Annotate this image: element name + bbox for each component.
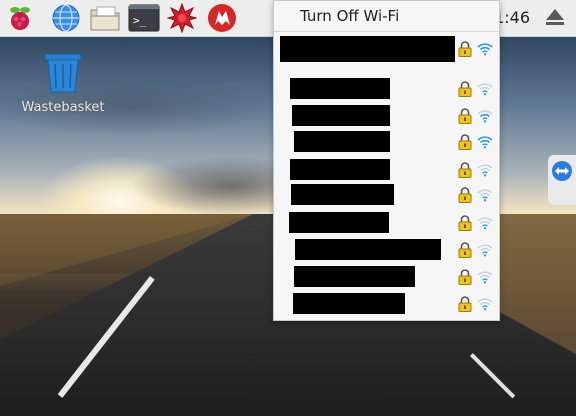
svg-text:>_: >_ [133,14,147,27]
eject-button[interactable] [542,6,570,30]
side-panel-tab[interactable] [548,155,576,205]
wifi-network-item[interactable] [274,212,499,233]
wifi-network-item[interactable] [274,159,499,180]
lock-icon [458,269,472,285]
wifi-network-item[interactable] [274,78,499,99]
lock-icon [458,41,472,57]
wolfram-icon [167,3,197,33]
lock-icon [458,134,472,150]
wolfram-launcher[interactable] [166,2,198,34]
terminal-icon: >_ [128,4,160,32]
wastebasket-desktop-icon[interactable]: Wastebasket [18,50,108,115]
turn-off-wifi-item[interactable]: Turn Off Wi-Fi [300,7,399,25]
wifi-signal-icon [477,110,493,123]
wastebasket-label: Wastebasket [21,100,105,115]
wifi-signal-icon [477,136,493,149]
wifi-dropdown-menu: Turn Off Wi-Fi [273,0,500,321]
lock-icon [458,187,472,203]
mathematica-icon [208,4,236,32]
wifi-network-item[interactable] [274,239,499,260]
mathematica-launcher[interactable] [206,2,238,34]
wifi-network-item[interactable] [274,293,499,314]
wifi-signal-icon [477,244,493,257]
raspberry-menu-icon [10,7,30,30]
wastebasket-icon [44,53,82,93]
wifi-signal-icon [477,298,493,311]
redacted-ssid [294,131,390,152]
redacted-ssid [280,36,455,62]
redacted-ssid [294,266,415,287]
wifi-network-item[interactable] [274,36,499,62]
file-manager-icon [90,6,120,31]
web-browser-launcher[interactable] [50,2,82,34]
wifi-signal-icon [477,164,493,177]
wifi-network-item[interactable] [274,266,499,287]
redacted-ssid [289,212,389,233]
wifi-signal-icon [477,43,493,56]
lock-icon [458,81,472,97]
lock-icon [458,215,472,231]
wifi-signal-icon [477,217,493,230]
redacted-ssid [293,293,405,314]
redacted-ssid [295,239,441,260]
menu-separator [274,31,499,32]
redacted-ssid [292,105,390,126]
wifi-network-item[interactable] [274,131,499,152]
lock-icon [458,108,472,124]
redacted-ssid [290,159,390,180]
redacted-ssid [290,78,390,99]
file-manager-launcher[interactable] [89,2,121,34]
redacted-ssid [291,184,394,205]
teamviewer-icon [552,161,572,181]
web-browser-icon [52,4,80,32]
wifi-network-item[interactable] [274,105,499,126]
raspberry-menu-button[interactable] [4,2,36,34]
terminal-launcher[interactable]: >_ [128,2,160,34]
wifi-signal-icon [477,83,493,96]
lock-icon [458,242,472,258]
wifi-signal-icon [477,189,493,202]
lock-icon [458,296,472,312]
lock-icon [458,162,472,178]
wifi-signal-icon [477,271,493,284]
eject-icon [546,9,564,25]
wifi-network-item[interactable] [274,184,499,205]
